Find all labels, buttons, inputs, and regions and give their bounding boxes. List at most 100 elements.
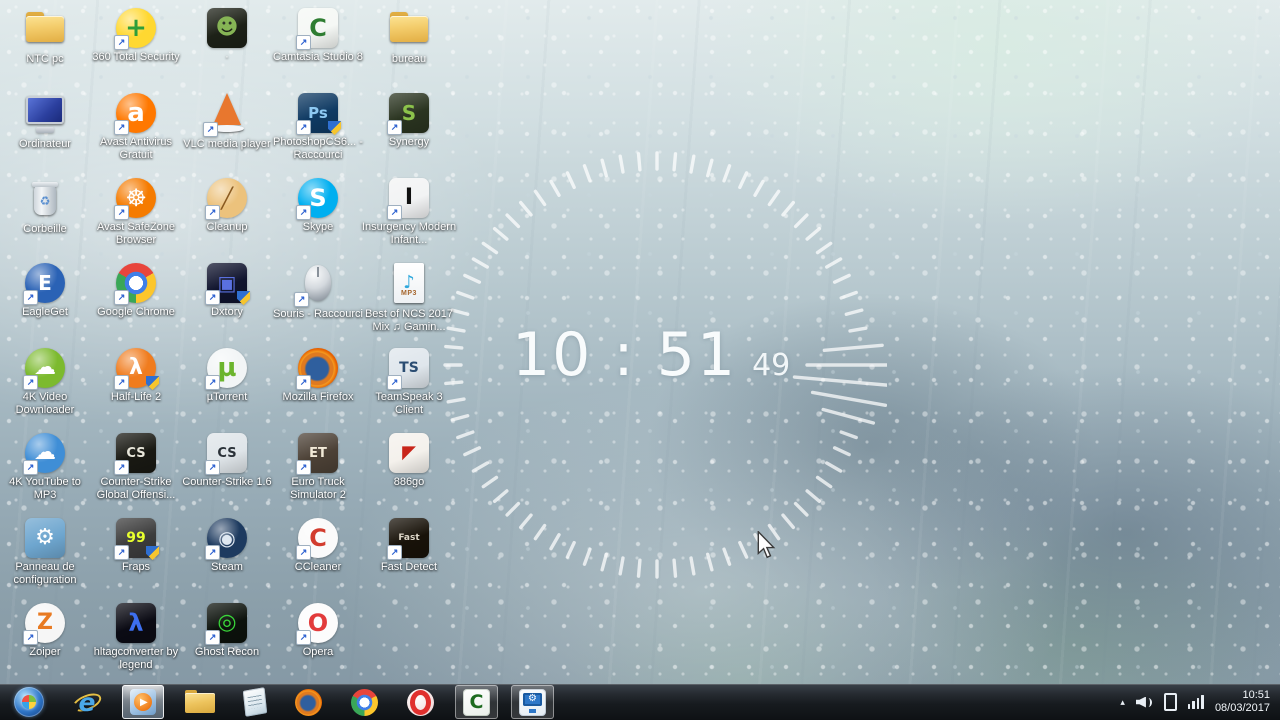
hltagconverter-icon: λ (116, 603, 156, 643)
desktop-icon-eagleget[interactable]: E↗EagleGet (1, 261, 89, 319)
volume-button[interactable] (1136, 696, 1153, 709)
vlc-media-player-icon: ↗ (205, 91, 249, 135)
shortcut-arrow-icon: ↗ (205, 545, 220, 560)
desktop-icon-panneau-de-configuration[interactable]: ⚙Panneau de configuration (1, 516, 89, 587)
mozilla-firefox-icon: ↗ (298, 348, 338, 388)
desktop-icon-google-chrome[interactable]: ↗Google Chrome (92, 261, 180, 319)
desktop-icon-photoshop-cs6[interactable]: Ps↗PhotoshopCS6... - Raccourci (274, 91, 362, 162)
886go-icon: ◤ (389, 433, 429, 473)
shortcut-arrow-icon: ↗ (23, 290, 38, 305)
desktop-icon-label: Corbeille (0, 223, 93, 236)
fraps-icon: 99↗ (116, 518, 156, 558)
desktop-icon-4k-youtube-to-mp3[interactable]: ☁↗4K YouTube to MP3 (1, 431, 89, 502)
taskbar-camtasia-studio[interactable]: C (455, 685, 498, 719)
shortcut-arrow-icon: ↗ (387, 205, 402, 220)
desktop-icon-souris-raccourci[interactable]: ↗Souris - Raccourci (274, 261, 362, 321)
desktop-icon-hltagconverter[interactable]: λhltagconverter by legend (92, 601, 180, 672)
taskbar-windows-explorer[interactable] (177, 685, 223, 719)
desktop-icon-4k-video-downloader[interactable]: ☁↗4K Video Downloader (1, 346, 89, 417)
desktop-icon-label: Skype (270, 221, 366, 234)
desktop-icon-counter-strike-global-offensive[interactable]: CS↗Counter-Strike Global Offensi... (92, 431, 180, 502)
desktop-icon-counter-strike-16[interactable]: CS↗Counter-Strike 1.6 (183, 431, 271, 489)
steam-icon: ◉↗ (207, 518, 247, 558)
folder-icon (185, 690, 215, 714)
desktop-icon-opera[interactable]: O↗Opera (274, 601, 362, 659)
desktop-icon-corbeille[interactable]: ♻Corbeille (1, 176, 89, 236)
shortcut-arrow-icon: ↗ (114, 35, 129, 50)
desktop-icon-ccleaner[interactable]: C↗CCleaner (274, 516, 362, 574)
desktop-icon-ntc-pc[interactable]: NTC pc (1, 6, 89, 66)
desktop-icon-camtasia-studio-8[interactable]: C↗Camtasia Studio 8 (274, 6, 362, 64)
desktop-icon-label: Insurgency Modern Infant... (361, 221, 457, 247)
desktop-icon-mozilla-firefox[interactable]: ↗Mozilla Firefox (274, 346, 362, 404)
shortcut-arrow-icon: ↗ (114, 290, 129, 305)
desktop-icon-label: Counter-Strike 1.6 (179, 476, 275, 489)
desktop-icon-bureau[interactable]: bureau (365, 6, 453, 66)
taskbar-opera[interactable] (399, 685, 442, 719)
desktop-icon-360-total-security[interactable]: +↗360 Total Security (92, 6, 180, 64)
desktop-icon-label: Synergy (361, 136, 457, 149)
taskbar-windows-media-player[interactable]: ▶ (122, 685, 164, 719)
desktop-icon-886go[interactable]: ◤886go (365, 431, 453, 489)
desktop-icon-fraps[interactable]: 99↗Fraps (92, 516, 180, 574)
start-button[interactable] (6, 685, 52, 719)
desktop-icon-insurgency[interactable]: I↗Insurgency Modern Infant... (365, 176, 453, 247)
desktop-icon-label: Cleanup (179, 221, 275, 234)
desktop-icon-label: TeamSpeak 3 Client (361, 391, 457, 417)
desktop-icon-avast-antivirus-gratuit[interactable]: a↗Avast Antivirus Gratuit (92, 91, 180, 162)
taskbar-chrome[interactable] (343, 685, 386, 719)
desktop-icon-anonymous-photo[interactable]: ☻· (183, 6, 271, 64)
uac-shield-icon (146, 546, 159, 560)
desktop-icon-label: Ghost Recon (179, 646, 275, 659)
desktop-icon-label: Souris - Raccourci (270, 308, 366, 321)
desktop-icon-dxtory[interactable]: ▣↗Dxtory (183, 261, 271, 319)
desktop-icon-zoiper[interactable]: Z↗Zoiper (1, 601, 89, 659)
corbeille-icon: ♻ (23, 176, 67, 220)
shortcut-arrow-icon: ↗ (205, 375, 220, 390)
desktop-icon-best-of-ncs-2017[interactable]: ♪MP3Best of NCS 2017 Mix ♫ Gamin... (365, 261, 453, 334)
camtasia-icon: C (463, 689, 490, 716)
desktop-icon-utorrent[interactable]: µ↗µTorrent (183, 346, 271, 404)
show-hidden-icons-button[interactable]: ▴ (1120, 698, 1125, 707)
desktop-icon-avast-safezone-browser[interactable]: ☸↗Avast SafeZone Browser (92, 176, 180, 247)
utorrent-icon: µ↗ (207, 348, 247, 388)
desktop-icon-euro-truck-simulator-2[interactable]: ET↗Euro Truck Simulator 2 (274, 431, 362, 502)
taskbar-notepad[interactable] (236, 685, 274, 719)
desktop-icon-label: µTorrent (179, 391, 275, 404)
phone-status-button[interactable] (1164, 693, 1177, 711)
desktop-icon-label: Zoiper (0, 646, 93, 659)
desktop-icon-label: Counter-Strike Global Offensi... (88, 476, 184, 502)
desktop-icon-label: Opera (270, 646, 366, 659)
desktop-icon-skype[interactable]: S↗Skype (274, 176, 362, 234)
desktop-icon-steam[interactable]: ◉↗Steam (183, 516, 271, 574)
shortcut-arrow-icon: ↗ (205, 460, 220, 475)
desktop-icon-label: Camtasia Studio 8 (270, 51, 366, 64)
tray-date: 08/03/2017 (1215, 702, 1270, 715)
souris-raccourci-icon: ↗ (296, 261, 340, 305)
ordinateur-icon (23, 91, 67, 135)
network-status-button[interactable] (1188, 695, 1204, 709)
desktop-icon-half-life-2[interactable]: λ↗Half-Life 2 (92, 346, 180, 404)
wmp-icon: ▶ (130, 689, 156, 715)
taskbar-camtasia-recorder[interactable]: ⚙ (511, 685, 554, 719)
best-of-ncs-2017-icon: ♪MP3 (387, 261, 431, 305)
desktop-icon-label: Fast Detect (361, 561, 457, 574)
insurgency-icon: I↗ (389, 178, 429, 218)
ie-icon: e (73, 688, 101, 716)
taskbar-firefox[interactable] (287, 685, 330, 719)
fast-detect-icon: Fast↗ (389, 518, 429, 558)
desktop-icon-label: 4K Video Downloader (0, 391, 93, 417)
desktop-icon-cleanup[interactable]: ╱↗Cleanup (183, 176, 271, 234)
desktop-icon-vlc-media-player[interactable]: ↗VLC media player (183, 91, 271, 151)
uac-shield-icon (146, 376, 159, 390)
tray-clock[interactable]: 10:51 08/03/2017 (1215, 689, 1270, 715)
desktop-icon-ordinateur[interactable]: Ordinateur (1, 91, 89, 151)
desktop-icon-label: · (179, 51, 275, 64)
teamspeak-3-client-icon: TS↗ (389, 348, 429, 388)
desktop-icon-ghost-recon[interactable]: ◎↗Ghost Recon (183, 601, 271, 659)
shortcut-arrow-icon: ↗ (296, 630, 311, 645)
taskbar-internet-explorer[interactable]: e (65, 685, 109, 719)
desktop-icon-fast-detect[interactable]: Fast↗Fast Detect (365, 516, 453, 574)
desktop-icon-teamspeak-3-client[interactable]: TS↗TeamSpeak 3 Client (365, 346, 453, 417)
desktop-icon-synergy[interactable]: S↗Synergy (365, 91, 453, 149)
